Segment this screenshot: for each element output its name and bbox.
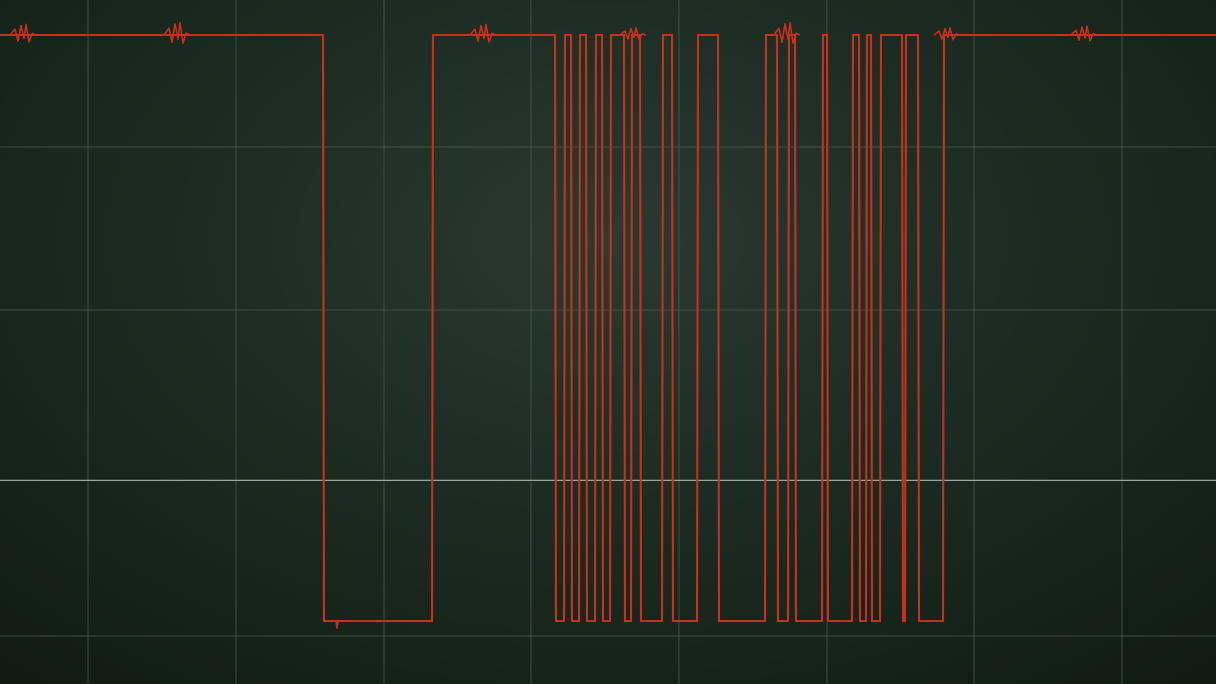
- noise-burst-2: [163, 21, 191, 45]
- trace-segment-16: [672, 34, 700, 623]
- scope-plot: [0, 0, 1216, 684]
- scope-grid: [0, 0, 1216, 684]
- noise-burst-6: [933, 27, 961, 41]
- trace-segment-24: [827, 34, 855, 623]
- trace-segment-31: [905, 33, 921, 622]
- trace-segment-3: [432, 33, 558, 622]
- trace-segment-11: [610, 33, 627, 622]
- noise-burst-7: [1070, 25, 1098, 42]
- trace-segment-19: [765, 33, 780, 622]
- trace-segment-2: [323, 34, 435, 623]
- signal-trace: [0, 21, 1216, 629]
- trace-segment-1: [0, 33, 326, 622]
- oscilloscope-screen: [0, 0, 1216, 684]
- trace-segment-22: [795, 34, 825, 623]
- trace-segment-14: [640, 34, 665, 623]
- trace-segment-17: [697, 33, 721, 622]
- trace-segment-18: [718, 34, 768, 623]
- trace-segment-29: [880, 33, 905, 622]
- noise-burst-1: [9, 23, 37, 43]
- noise-burst-3: [469, 23, 497, 43]
- trace-segment-32: [918, 34, 946, 623]
